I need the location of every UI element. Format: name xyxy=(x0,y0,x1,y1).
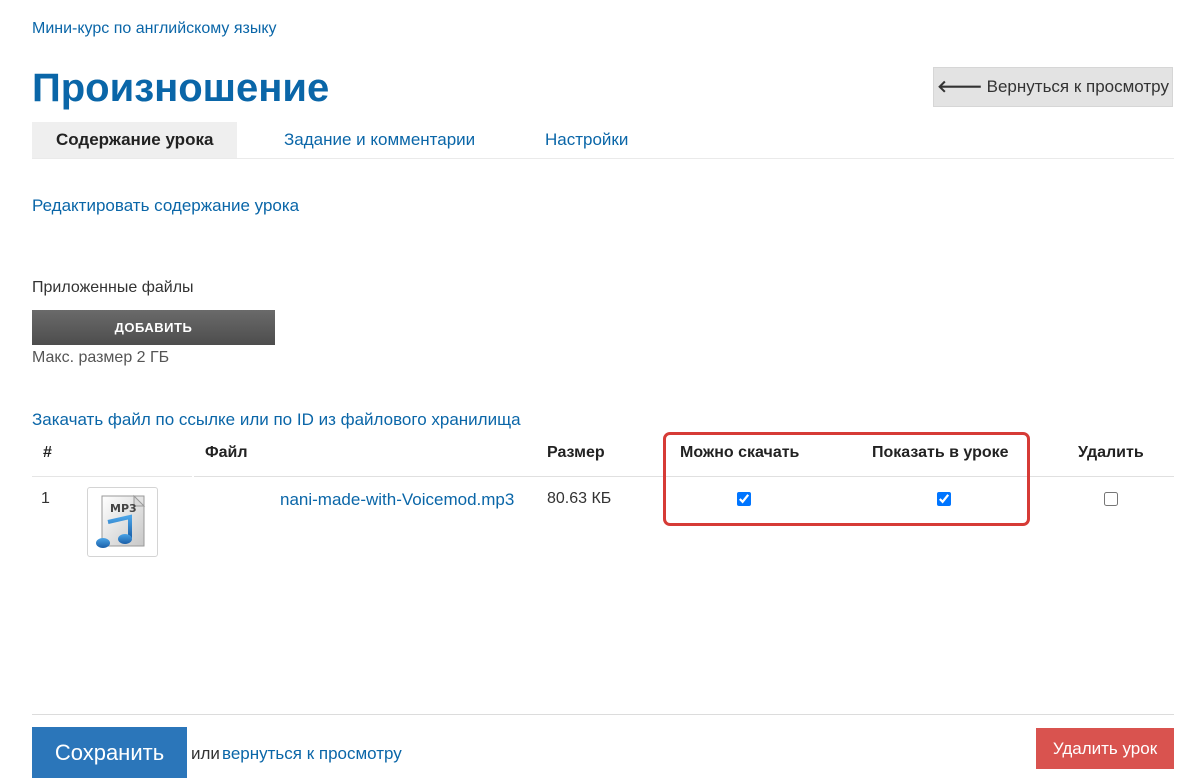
file-size: 80.63 КБ xyxy=(547,490,612,507)
row-number: 1 xyxy=(41,490,50,507)
column-header-file: Файл xyxy=(205,444,248,461)
footer-divider xyxy=(32,714,1174,715)
edit-lesson-content-link[interactable]: Редактировать содержание урока xyxy=(32,196,299,216)
column-header-size: Размер xyxy=(547,444,605,461)
file-name-link[interactable]: nani-made-with-Voicemod.mp3 xyxy=(280,490,514,510)
svg-text:MP3: MP3 xyxy=(110,502,137,515)
save-button[interactable]: Сохранить xyxy=(32,727,187,778)
column-header-number: # xyxy=(43,444,52,461)
tab-settings[interactable]: Настройки xyxy=(545,122,628,158)
or-text: или xyxy=(191,744,220,763)
tab-assignment-comments[interactable]: Задание и комментарии xyxy=(284,122,475,158)
arrow-left-icon: 🡐 xyxy=(937,77,983,96)
delete-lesson-button[interactable]: Удалить урок xyxy=(1036,728,1174,769)
upload-by-link-link[interactable]: Закачать файл по ссылке или по ID из фай… xyxy=(32,410,521,430)
highlight-box xyxy=(663,432,1030,526)
delete-file-checkbox[interactable] xyxy=(1104,492,1118,506)
add-file-button[interactable]: ДОБАВИТЬ xyxy=(32,310,275,345)
column-header-delete: Удалить xyxy=(1078,444,1144,461)
max-size-note: Макс. размер 2 ГБ xyxy=(32,349,170,366)
lesson-tabs: Содержание урока Задание и комментарии Н… xyxy=(32,122,1174,159)
file-thumbnail: MP3 xyxy=(87,487,158,557)
mp3-file-icon: MP3 xyxy=(96,494,146,548)
tab-lesson-content[interactable]: Содержание урока xyxy=(32,122,238,158)
attached-files-label: Приложенные файлы xyxy=(32,279,194,296)
page-title: Произношение xyxy=(32,66,330,110)
return-to-view-link[interactable]: вернуться к просмотру xyxy=(222,744,402,764)
table-header-divider xyxy=(32,476,192,477)
back-to-view-label: Вернуться к просмотру xyxy=(986,77,1169,96)
breadcrumb-course-link[interactable]: Мини-курс по английскому языку xyxy=(32,20,277,38)
back-to-view-button[interactable]: 🡐 Вернуться к просмотру xyxy=(933,67,1173,107)
